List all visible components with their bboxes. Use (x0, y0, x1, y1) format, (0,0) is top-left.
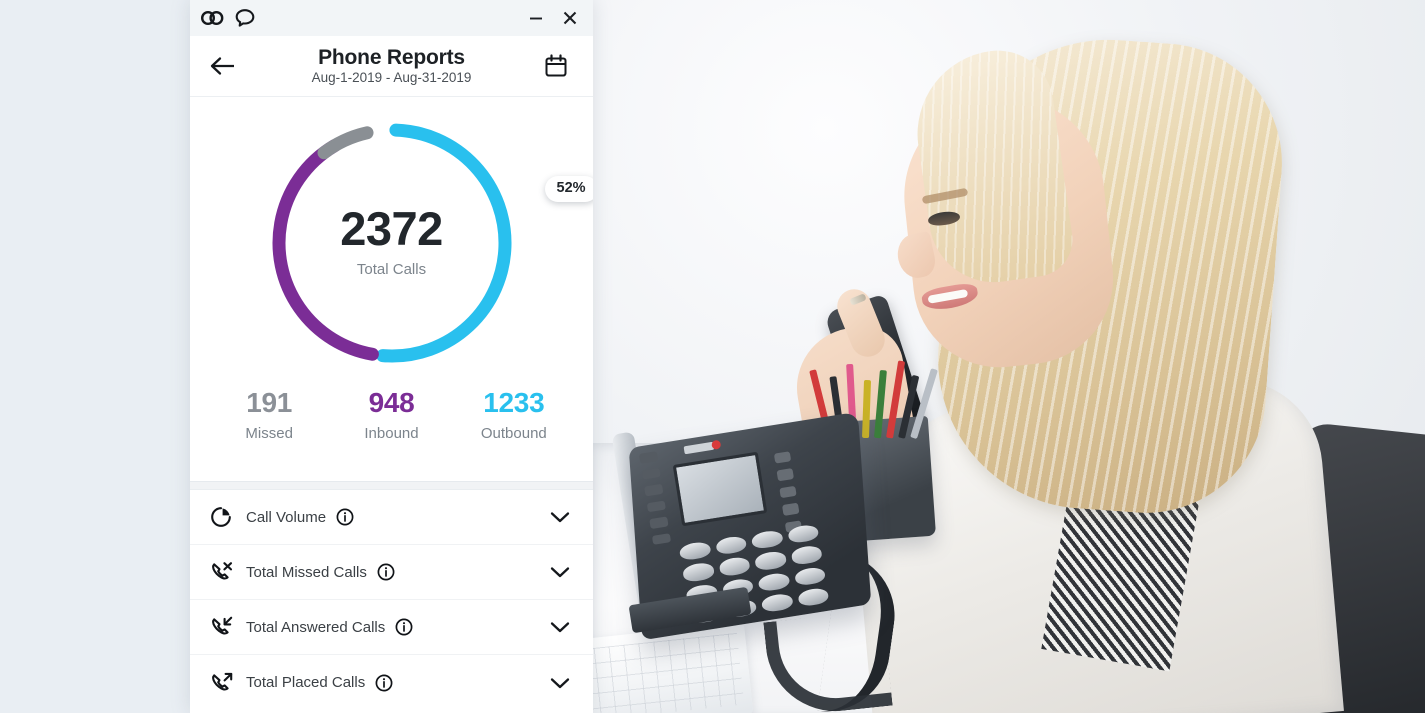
chevron-down-icon[interactable] (549, 620, 571, 634)
total-calls-value: 2372 (340, 202, 443, 256)
report-row-call-volume[interactable]: Call Volume (190, 490, 593, 545)
percent-callout-badge: 52% (544, 176, 593, 202)
minimize-button[interactable] (527, 9, 545, 27)
date-range-label: Aug-1-2019 - Aug-31-2019 (311, 70, 472, 86)
donut-center-text: 2372 Total Calls (263, 205, 521, 278)
stat-missed[interactable]: 191 Missed (208, 389, 330, 481)
phone-outgoing-icon (210, 672, 240, 694)
photo-keyboard (592, 622, 754, 713)
stat-outbound-value: 1233 (483, 387, 545, 418)
pie-chart-icon (210, 506, 240, 528)
report-row-label: Total Answered Calls (246, 618, 386, 636)
stat-inbound[interactable]: 948 Inbound (330, 389, 452, 481)
speech-bubble-icon[interactable] (234, 8, 256, 28)
stat-outbound[interactable]: 1233 Outbound (453, 389, 575, 481)
report-row-label: Total Missed Calls (246, 563, 367, 581)
section-divider (190, 481, 593, 490)
report-row-total-placed-calls[interactable]: Total Placed Calls (190, 655, 593, 710)
report-row-total-answered-calls[interactable]: Total Answered Calls (190, 600, 593, 655)
info-icon[interactable] (336, 508, 354, 526)
photo-phone-screen (672, 451, 768, 527)
chevron-down-icon[interactable] (549, 676, 571, 690)
calendar-icon[interactable] (541, 51, 571, 81)
stat-inbound-label: Inbound (364, 425, 419, 442)
infinity-logo-icon[interactable] (201, 9, 225, 27)
report-row-label: Total Placed Calls (246, 674, 366, 691)
chevron-down-icon[interactable] (549, 565, 571, 579)
phone-missed-icon (210, 561, 240, 583)
page-header: Phone Reports Aug-1-2019 - Aug-31-2019 (190, 36, 593, 97)
page-title: Phone Reports (318, 46, 465, 70)
close-button[interactable] (561, 9, 579, 27)
report-list: Call Volume Total Missed Calls Total Ans… (190, 490, 593, 713)
stat-inbound-value: 948 (368, 387, 415, 418)
chevron-down-icon[interactable] (549, 510, 571, 524)
phone-incoming-icon (210, 616, 240, 638)
info-icon[interactable] (395, 618, 413, 636)
info-icon[interactable] (377, 563, 395, 581)
total-calls-label: Total Calls (356, 261, 427, 279)
background-photo (592, 0, 1425, 713)
window-titlebar (190, 0, 593, 36)
report-row-label: Call Volume (246, 508, 327, 526)
screen: Phone Reports Aug-1-2019 - Aug-31-2019 2… (0, 0, 1425, 713)
back-button[interactable] (208, 51, 238, 81)
call-donut-chart: 2372 Total Calls 52% (190, 97, 593, 389)
stat-missed-value: 191 (246, 387, 293, 418)
page-title-group: Phone Reports Aug-1-2019 - Aug-31-2019 (190, 46, 593, 86)
stat-outbound-label: Outbound (480, 425, 547, 442)
report-row-total-missed-calls[interactable]: Total Missed Calls (190, 545, 593, 600)
call-stats-row: 191 Missed 948 Inbound 1233 Outbound (190, 389, 593, 481)
app-window: Phone Reports Aug-1-2019 - Aug-31-2019 2… (190, 0, 593, 713)
stat-missed-label: Missed (245, 425, 293, 442)
info-icon[interactable] (375, 674, 393, 692)
